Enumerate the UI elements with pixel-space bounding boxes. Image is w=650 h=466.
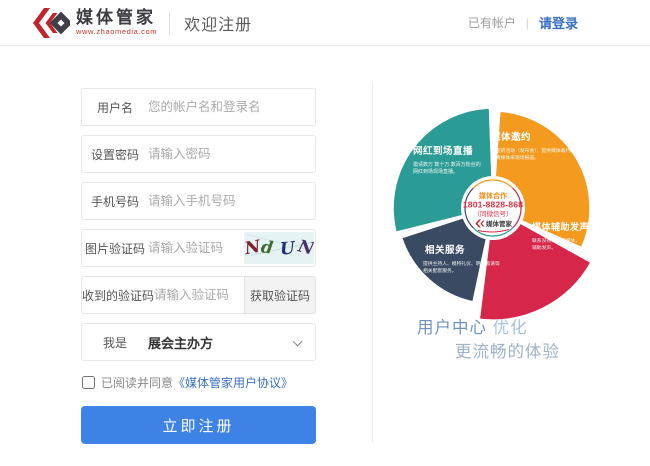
segment-desc-live-2: 网红到场现场直播。 [413, 168, 458, 175]
page-title: 欢迎注册 [184, 11, 252, 35]
segment-desc-voice-1: 联系没有到场的媒体， [532, 237, 580, 244]
tagline-line1-dark: 用户中心 [417, 319, 487, 337]
phone-field-row: 手机号码 [81, 182, 316, 220]
login-link[interactable]: 请登录 [539, 13, 578, 32]
role-select[interactable]: 我是 展会主办方 [81, 323, 316, 361]
segment-desc-services-2: 相关配套服务。 [423, 267, 457, 274]
agreement-checkbox[interactable] [82, 376, 95, 389]
tagline-line1-light: 优化 [493, 319, 528, 337]
promo-panel: 网红到场直播 邀请数万 数十万 数百万粉丝的 网红到场现场直播。 媒体邀约 为您… [372, 46, 650, 466]
captcha-field-row: 图片验证码 N d U N [81, 229, 316, 267]
captcha-letter: N [296, 238, 314, 258]
header-divider [169, 11, 170, 35]
segment-desc-voice-2: 辅助发声。 [532, 244, 556, 251]
phone-label: 手机号码 [82, 193, 148, 210]
segment-desc-invite-1: 为您的活动（发布会），提供媒体邀约服务， [491, 147, 585, 154]
registration-form: 用户名 设置密码 手机号码 图片验证码 N d U N [81, 88, 316, 444]
captcha-label: 图片验证码 [82, 240, 148, 257]
logo-text: 媒体管家 www.zhaomedia.com [76, 9, 157, 36]
logo[interactable]: 媒体管家 www.zhaomedia.com [30, 7, 157, 39]
header-separator: | [526, 16, 529, 30]
segment-title-invite: 媒体邀约 [490, 131, 531, 143]
header: 媒体管家 www.zhaomedia.com 欢迎注册 已有帐户 | 请登录 [0, 0, 650, 46]
register-button[interactable]: 立即注册 [81, 406, 316, 444]
phone-input[interactable] [148, 194, 315, 208]
brand-site-url: www.zhaomedia.com [76, 28, 157, 36]
tagline-line2: 更流畅的体验 [455, 338, 560, 362]
segment-desc-invite-2: 邀请媒体来现场报道。 [491, 154, 539, 161]
chevron-down-icon [293, 337, 303, 347]
segment-desc-live-1: 邀请数万 数十万 数百万粉丝的 [413, 161, 481, 168]
brand-chevron-diamond-icon [30, 7, 70, 39]
agreement-row: 已阅读并同意 《媒体管家用户协议》 [81, 374, 316, 391]
captcha-letter: N [244, 238, 261, 257]
tagline-line1: 用户中心 优化 [417, 314, 528, 338]
username-input[interactable] [148, 100, 315, 114]
captcha-letter: U [279, 240, 295, 258]
role-selected-value: 展会主办方 [148, 333, 213, 352]
segment-title-voice: 媒体辅助发声 [531, 221, 589, 232]
sms-code-label: 收到的验证码 [82, 287, 154, 304]
center-brand-name: 媒体管家 [486, 219, 513, 228]
segment-desc-services-1: 提供主持人、模特礼仪、明星邀请等 [423, 260, 500, 267]
form-panel: 用户名 设置密码 手机号码 图片验证码 N d U N [0, 46, 372, 466]
password-input[interactable] [148, 147, 315, 161]
center-wechat-note: （同微信号） [474, 209, 513, 218]
role-label: 我是 [82, 334, 148, 351]
username-field-row: 用户名 [81, 88, 316, 126]
captcha-image[interactable]: N d U N [244, 232, 314, 264]
brand-name: 媒体管家 [76, 9, 157, 26]
center-phone-number: 1801-8828-868 [463, 200, 523, 210]
user-agreement-link[interactable]: 《媒体管家用户协议》 [173, 374, 293, 391]
have-account-label: 已有帐户 [468, 14, 516, 31]
sms-code-field-row: 收到的验证码 获取验证码 [81, 276, 316, 314]
segment-title-services: 相关服务 [425, 244, 465, 256]
service-wheel-infographic: 网红到场直播 邀请数万 数十万 数百万粉丝的 网红到场现场直播。 媒体邀约 为您… [385, 90, 630, 325]
password-field-row: 设置密码 [81, 135, 316, 173]
registration-page: 媒体管家 www.zhaomedia.com 欢迎注册 已有帐户 | 请登录 用… [0, 0, 650, 466]
segment-title-live: 网红到场直播 [413, 145, 473, 157]
captcha-letter: d [260, 239, 274, 257]
agreement-text: 已阅读并同意 [101, 374, 173, 391]
password-label: 设置密码 [82, 146, 148, 163]
get-sms-code-button[interactable]: 获取验证码 [244, 276, 316, 314]
username-label: 用户名 [82, 99, 148, 116]
header-right: 已有帐户 | 请登录 [468, 13, 578, 32]
